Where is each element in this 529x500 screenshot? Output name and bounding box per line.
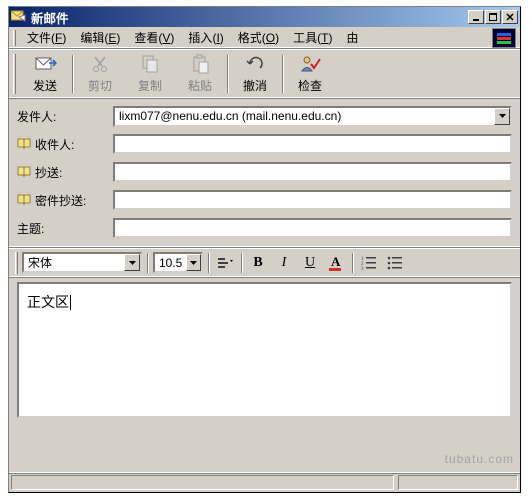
send-label: 发送 — [33, 77, 57, 94]
bcc-input[interactable] — [113, 190, 512, 210]
status-panel-right — [398, 475, 518, 490]
menu-edit[interactable]: 编辑(E) — [73, 27, 127, 48]
addressbook-icon — [17, 138, 31, 150]
cc-input[interactable] — [113, 162, 512, 182]
chevron-down-icon[interactable] — [186, 254, 201, 271]
body-wrap: 正文区 — [9, 278, 520, 426]
toolbar-separator — [227, 55, 228, 93]
formatting-toolbar: 宋体 10.5 B I U A 123 — [9, 248, 520, 278]
close-button[interactable] — [502, 10, 518, 24]
toolbar-grip — [13, 54, 16, 94]
status-panel-main — [11, 475, 394, 490]
subject-input[interactable] — [113, 218, 512, 238]
body-text: 正文区 — [27, 294, 69, 310]
undo-button[interactable]: 撤消 — [230, 52, 280, 96]
watermark-text: tubatu.com — [445, 452, 514, 466]
to-input[interactable] — [113, 134, 512, 154]
from-dropdown[interactable]: lixm077@nenu.edu.cn (mail.nenu.edu.cn) — [113, 106, 512, 127]
from-dropdown-arrow[interactable] — [494, 108, 510, 125]
font-family-combo[interactable]: 宋体 — [22, 252, 142, 273]
fmt-separator — [147, 253, 148, 273]
menu-tools[interactable]: 工具(T) — [286, 27, 339, 48]
maximize-button[interactable] — [485, 10, 501, 24]
copy-label: 复制 — [138, 77, 162, 94]
cut-button[interactable]: 剪切 — [75, 52, 125, 96]
chevron-down-icon[interactable] — [124, 254, 140, 271]
bcc-label-button[interactable]: 密件抄送: — [17, 192, 113, 209]
minimize-button[interactable] — [468, 10, 484, 24]
font-size-combo[interactable]: 10.5 — [153, 252, 203, 273]
menu-format[interactable]: 格式(O) — [231, 27, 286, 48]
fmt-separator — [241, 253, 242, 273]
italic-button[interactable]: I — [273, 252, 295, 274]
check-button[interactable]: 检查 — [285, 52, 335, 96]
bullet-list-button[interactable] — [384, 252, 406, 274]
send-icon — [33, 53, 57, 75]
toolbar-separator — [282, 55, 283, 93]
cut-label: 剪切 — [88, 77, 112, 94]
message-body-editor[interactable]: 正文区 — [17, 282, 512, 418]
fmt-separator — [352, 253, 353, 273]
to-label-button[interactable]: 收件人: — [17, 136, 113, 153]
check-names-icon — [299, 53, 321, 75]
throbber-icon — [492, 28, 516, 48]
bold-button[interactable]: B — [247, 252, 269, 274]
compose-window: 新邮件 文件(F) 编辑(E) 查看(V) 插入(I) 格式(O) 工具(T) … — [8, 6, 521, 493]
undo-label: 撤消 — [243, 77, 267, 94]
compose-mail-icon — [11, 9, 27, 25]
from-label: 发件人: — [17, 108, 113, 125]
numbered-list-button[interactable]: 123 — [358, 252, 380, 274]
titlebar: 新邮件 — [9, 7, 520, 27]
window-title: 新邮件 — [31, 8, 468, 27]
cc-label-button[interactable]: 抄送: — [17, 164, 113, 181]
menu-insert[interactable]: 插入(I) — [181, 27, 230, 48]
addressbook-icon — [17, 194, 31, 206]
addressbook-icon — [17, 166, 31, 178]
menu-view[interactable]: 查看(V) — [127, 27, 181, 48]
paragraph-style-button[interactable] — [214, 252, 236, 274]
menubar: 文件(F) 编辑(E) 查看(V) 插入(I) 格式(O) 工具(T) 由 — [9, 27, 520, 49]
paste-button[interactable]: 粘贴 — [175, 52, 225, 96]
paste-label: 粘贴 — [188, 77, 212, 94]
fmtbar-grip — [15, 252, 18, 274]
status-bar — [9, 472, 520, 492]
message-headers: 发件人: lixm077@nenu.edu.cn (mail.nenu.edu.… — [9, 99, 520, 248]
svg-text:A: A — [331, 254, 341, 269]
paste-icon — [190, 53, 210, 75]
menu-file[interactable]: 文件(F) — [20, 27, 73, 48]
font-color-button[interactable]: A — [325, 252, 347, 274]
copy-icon — [140, 53, 160, 75]
main-toolbar: 发送 剪切 复制 粘贴 撤消 — [9, 49, 520, 99]
copy-button[interactable]: 复制 — [125, 52, 175, 96]
svg-text:3: 3 — [361, 267, 364, 271]
scissors-icon — [90, 53, 110, 75]
check-label: 检查 — [298, 77, 322, 94]
text-caret — [70, 295, 71, 310]
underline-button[interactable]: U — [299, 252, 321, 274]
subject-label: 主题: — [17, 220, 113, 237]
send-button[interactable]: 发送 — [20, 52, 70, 96]
from-value: lixm077@nenu.edu.cn (mail.nenu.edu.cn) — [115, 109, 494, 123]
toolbar-separator — [72, 55, 73, 93]
undo-icon — [245, 53, 265, 75]
window-controls — [468, 10, 518, 24]
fmt-separator — [208, 253, 209, 273]
menubar-grip — [13, 30, 16, 46]
menu-more[interactable]: 由 — [340, 27, 366, 48]
